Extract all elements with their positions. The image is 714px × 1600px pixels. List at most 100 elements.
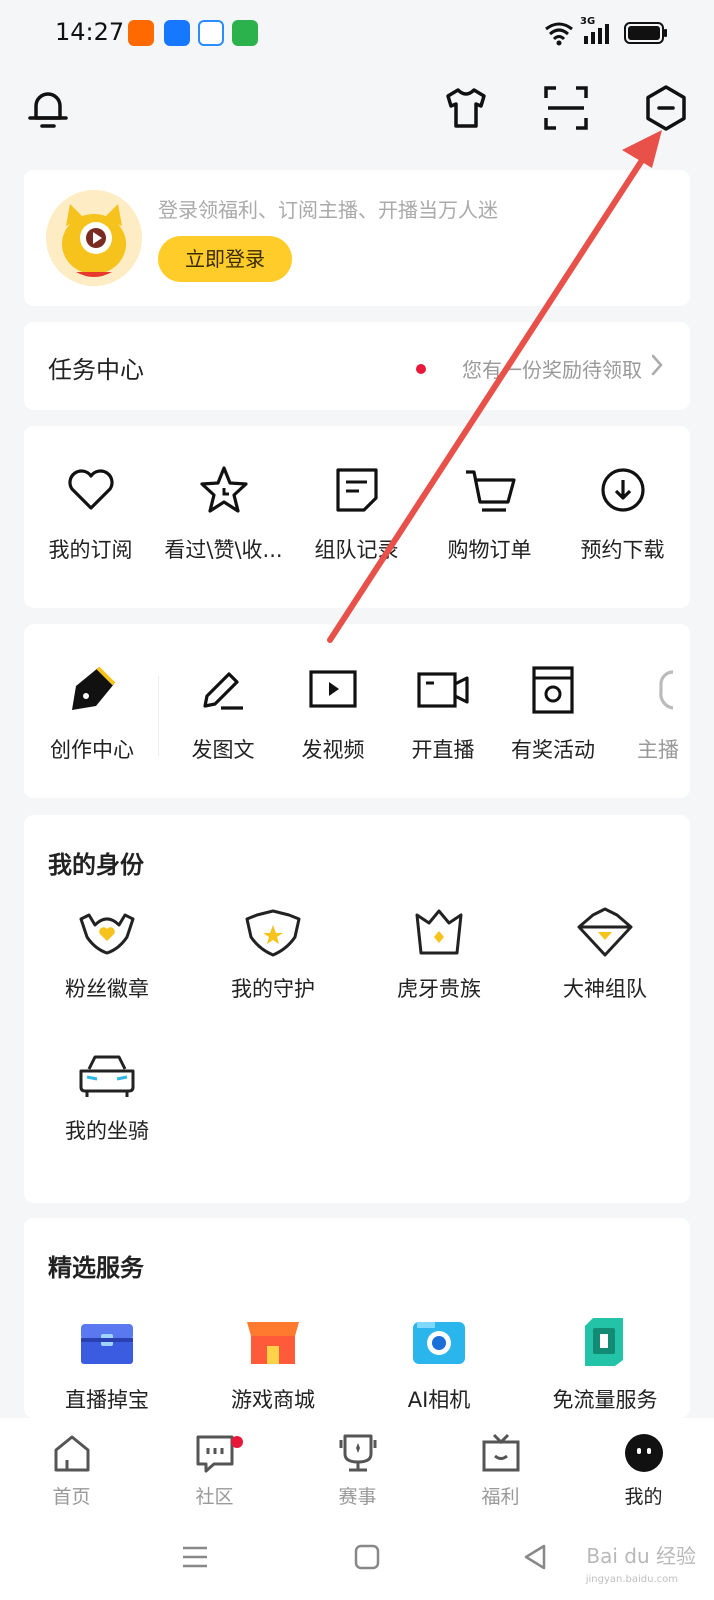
edit-icon <box>203 672 243 710</box>
tab-label: 福利 <box>481 1486 520 1508</box>
download-icon <box>600 468 645 512</box>
identity-label: 粉丝徽章 <box>65 977 149 1001</box>
home-button-icon[interactable] <box>352 1542 382 1572</box>
identity-item-noble[interactable]: 虎牙贵族 <box>356 905 522 1015</box>
wifi-icon <box>545 22 573 46</box>
post-video-item[interactable]: 发视频 <box>277 662 389 782</box>
quick-label: 看过\赞\收... <box>164 538 283 562</box>
watermark-url: jingyan.baidu.com <box>585 1574 678 1585</box>
services-card: 精选服务 直播掉宝 游戏商城 AI相机 免流量服务 <box>24 1218 690 1418</box>
quick-item-subscriptions[interactable]: 我的订阅 <box>24 462 157 582</box>
quick-item-downloads[interactable]: 预约下载 <box>556 462 689 582</box>
start-live-item[interactable]: 开直播 <box>387 662 499 782</box>
wechat-icon <box>232 20 258 46</box>
video-play-icon <box>309 670 357 708</box>
service-label: AI相机 <box>407 1388 471 1412</box>
anchor-item[interactable]: 主播 <box>607 662 690 782</box>
identity-label: 大神组队 <box>563 977 647 1001</box>
quick-item-history[interactable]: 看过\赞\收... <box>157 462 290 582</box>
me-icon <box>624 1434 663 1472</box>
prize-activity-item[interactable]: 有奖活动 <box>497 662 609 782</box>
services-title: 精选服务 <box>48 1254 144 1282</box>
guard-shield-icon <box>245 909 301 957</box>
identity-item-fan-badge[interactable]: 粉丝徽章 <box>24 905 190 1015</box>
star-icon <box>199 466 248 513</box>
ai-camera-icon <box>413 1322 465 1364</box>
watermark-text: Bai du 经验 <box>586 1544 696 1568</box>
treasure-chest-icon <box>81 1324 133 1364</box>
settings-hexagon-icon[interactable] <box>642 84 690 132</box>
pen-nib-icon <box>72 666 116 710</box>
service-label: 免流量服务 <box>552 1388 658 1412</box>
service-label: 直播掉宝 <box>65 1388 149 1412</box>
bottom-tab-bar: 首页 社区 赛事 福利 我的 <box>0 1418 714 1518</box>
tab-community[interactable]: 社区 <box>143 1432 286 1509</box>
divider <box>158 676 159 756</box>
camera-icon <box>417 672 469 708</box>
car-mount-icon <box>79 1055 135 1097</box>
quick-label: 购物订单 <box>447 538 532 562</box>
creator-label: 主播 <box>637 738 679 762</box>
creator-label: 有奖活动 <box>511 738 595 762</box>
identity-card: 我的身份 粉丝徽章 我的守护 虎牙贵族 大神组队 我的坐骑 <box>24 815 690 1203</box>
tiger-mascot-icon <box>46 190 142 286</box>
service-item-game-shop[interactable]: 游戏商城 <box>190 1314 356 1414</box>
heart-icon <box>67 469 114 510</box>
sim-card-icon <box>585 1318 623 1366</box>
identity-label: 我的守护 <box>231 977 315 1001</box>
tab-me[interactable]: 我的 <box>572 1432 714 1509</box>
identity-title: 我的身份 <box>48 851 144 879</box>
chevron-right-icon <box>651 354 663 376</box>
service-label: 游戏商城 <box>231 1388 315 1412</box>
fan-badge-icon <box>79 913 135 955</box>
login-button[interactable]: 立即登录 <box>158 236 292 282</box>
login-card: 登录领福利、订阅主播、开播当万人迷 立即登录 <box>24 170 690 306</box>
creator-label: 创作中心 <box>50 738 134 762</box>
service-item-treasure[interactable]: 直播掉宝 <box>24 1314 190 1414</box>
bell-icon[interactable] <box>24 84 72 132</box>
tab-events[interactable]: 赛事 <box>286 1432 429 1509</box>
anchor-icon <box>659 670 674 710</box>
qq-browser-icon <box>198 20 224 46</box>
login-tip: 登录领福利、订阅主播、开播当万人迷 <box>158 198 498 222</box>
system-nav-bar: Bai du 经验 jingyan.baidu.com <box>0 1518 714 1600</box>
post-article-item[interactable]: 发图文 <box>167 662 279 782</box>
master-team-icon <box>577 907 633 957</box>
avatar[interactable] <box>46 190 142 286</box>
quick-item-orders[interactable]: 购物订单 <box>423 462 556 582</box>
identity-item-guard[interactable]: 我的守护 <box>190 905 356 1015</box>
taobao-icon <box>128 20 154 46</box>
back-icon[interactable] <box>520 1542 550 1572</box>
home-icon <box>54 1435 89 1472</box>
menu-icon[interactable] <box>180 1542 210 1572</box>
service-item-free-data[interactable]: 免流量服务 <box>522 1314 688 1414</box>
reward-dot <box>416 364 426 374</box>
tab-label: 我的 <box>624 1486 663 1508</box>
identity-label: 我的坐骑 <box>65 1119 149 1143</box>
community-icon <box>196 1435 233 1473</box>
task-center-card[interactable]: 任务中心 您有一份奖励待领取 <box>24 322 690 410</box>
tab-label: 赛事 <box>338 1486 377 1508</box>
signal-icon <box>584 24 609 44</box>
service-item-ai-camera[interactable]: AI相机 <box>356 1314 522 1414</box>
battery-icon <box>624 22 667 44</box>
tshirt-icon[interactable] <box>442 84 490 132</box>
task-center-note: 您有一份奖励待领取 <box>462 358 642 382</box>
cart-icon <box>465 470 516 512</box>
quick-label: 组队记录 <box>314 538 399 562</box>
identity-item-master-team[interactable]: 大神组队 <box>522 905 688 1015</box>
creator-center-item[interactable]: 创作中心 <box>36 662 148 782</box>
identity-item-mount[interactable]: 我的坐骑 <box>24 1047 190 1157</box>
alipay-icon <box>164 20 190 46</box>
quick-item-team-record[interactable]: 组队记录 <box>290 462 423 582</box>
quick-actions-card: 我的订阅 看过\赞\收... 组队记录 购物订单 预约下载 <box>24 426 690 608</box>
tab-welfare[interactable]: 福利 <box>429 1432 572 1509</box>
tab-home[interactable]: 首页 <box>0 1432 143 1509</box>
trophy-icon <box>339 1434 376 1472</box>
status-bar: 14:27 3G <box>0 0 714 64</box>
scan-icon[interactable] <box>542 84 590 132</box>
quick-label: 我的订阅 <box>48 538 133 562</box>
identity-label: 虎牙贵族 <box>397 977 481 1001</box>
creator-label: 开直播 <box>411 738 475 762</box>
creator-label: 发图文 <box>191 738 255 762</box>
